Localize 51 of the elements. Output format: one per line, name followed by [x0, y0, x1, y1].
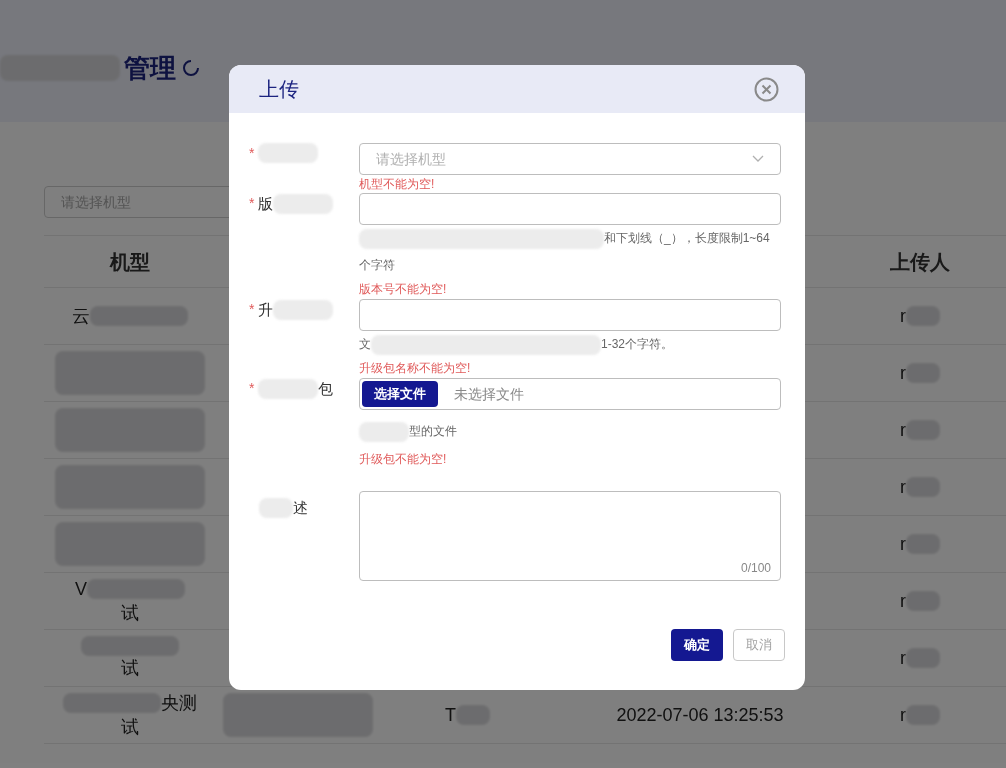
required-mark: *	[249, 300, 255, 319]
input-field[interactable]	[359, 193, 781, 225]
table-cell-text: 试	[121, 716, 139, 739]
table-cell-text: r	[900, 647, 906, 670]
table-cell-text: 试	[121, 602, 139, 625]
field-label: 升	[258, 300, 274, 320]
file-field[interactable]: 选择文件 未选择文件	[359, 378, 781, 410]
table-cell-text: 云	[72, 305, 90, 328]
confirm-button[interactable]: 确定	[671, 629, 723, 661]
table-cell-text: r	[900, 419, 906, 442]
hint-text: 型的文件	[409, 423, 457, 440]
refresh-icon[interactable]	[180, 57, 202, 79]
char-counter: 0/100	[740, 560, 771, 577]
field-label: 版	[258, 194, 274, 214]
table-cell-text: r	[900, 533, 906, 556]
hint-text: 1-32个字符。	[601, 336, 674, 353]
error-message: 升级包名称不能为空!	[359, 360, 472, 377]
required-mark: *	[249, 379, 255, 398]
field-label: 述	[293, 498, 308, 518]
table-cell-text: r	[900, 305, 906, 328]
hint-text: 和下划线（_），长度限制1~64	[604, 230, 770, 247]
select-placeholder: 请选择机型	[376, 149, 446, 169]
hint-text: 文	[359, 336, 371, 353]
table-cell-text: r	[900, 476, 906, 499]
table-cell-text: V	[75, 578, 87, 601]
choose-file-button[interactable]: 选择文件	[362, 381, 438, 407]
close-icon[interactable]	[754, 76, 779, 102]
column-header: 上传人	[890, 249, 950, 275]
table-cell-text: 央测	[161, 692, 197, 715]
page-title: 管理	[124, 51, 176, 85]
required-mark: *	[249, 144, 255, 163]
error-message: 机型不能为空!	[359, 176, 436, 193]
description-textarea[interactable]: 0/100	[359, 491, 781, 581]
error-message: 升级包不能为空!	[359, 451, 448, 468]
cancel-button[interactable]: 取消	[733, 629, 785, 661]
file-status: 未选择文件	[454, 384, 524, 404]
input-field[interactable]	[359, 299, 781, 331]
table-cell-text: 试	[121, 657, 139, 680]
field-label: 包	[318, 379, 334, 399]
required-mark: *	[249, 194, 255, 213]
table-cell-text: r	[900, 704, 906, 727]
table-cell-text: T	[445, 704, 456, 727]
table-cell-text: r	[900, 362, 906, 385]
model-select[interactable]: 请选择机型	[359, 143, 781, 175]
hint-text: 个字符	[359, 257, 395, 274]
error-message: 版本号不能为空!	[359, 281, 448, 298]
dialog-title: 上传	[259, 77, 299, 102]
table-cell-text: 2022-07-06 13:25:53	[616, 704, 784, 727]
column-header: 机型	[110, 249, 150, 275]
table-cell-text: r	[900, 590, 906, 613]
chevron-down-icon	[752, 155, 764, 163]
